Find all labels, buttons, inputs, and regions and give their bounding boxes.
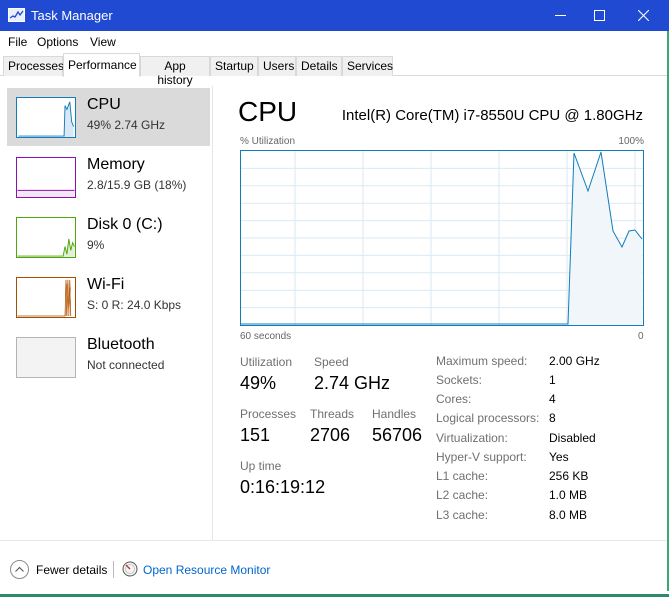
tab-details[interactable]: Details	[296, 56, 342, 76]
footer-divider	[0, 540, 669, 541]
spec-value: 8	[549, 411, 556, 425]
sidebar-divider	[212, 86, 213, 541]
maximize-button[interactable]	[576, 0, 622, 31]
spec-label: Hyper-V support:	[436, 450, 527, 464]
uptime-label: Up time	[240, 459, 282, 473]
handles-label: Handles	[372, 407, 417, 421]
spec-label: L2 cache:	[436, 488, 489, 502]
chevron-up-icon[interactable]	[10, 560, 29, 579]
tab-performance[interactable]: Performance	[63, 53, 140, 77]
utilization-label: Utilization	[240, 355, 293, 369]
title-bar: Task Manager	[0, 0, 669, 31]
spec-value: 256 KB	[549, 469, 589, 483]
graph-y-label: % Utilization	[240, 136, 296, 147]
sidebar-item-label: Disk 0 (C:)	[87, 216, 163, 233]
menu-bar: File Options View	[0, 31, 669, 53]
spec-value: Yes	[549, 450, 569, 464]
spec-value: 1	[549, 373, 556, 387]
tab-processes[interactable]: Processes	[3, 56, 64, 76]
sidebar-item-sub: 9%	[87, 238, 105, 252]
sidebar-item-label: Memory	[87, 156, 145, 173]
spec-label: Maximum speed:	[436, 354, 528, 368]
handles-value: 56706	[372, 425, 423, 445]
sidebar-item-sub: Not connected	[87, 358, 165, 372]
utilization-value: 49%	[240, 373, 277, 393]
cpu-thumbnail-graph	[16, 97, 76, 138]
menu-view[interactable]: View	[90, 35, 116, 49]
bluetooth-thumbnail-graph	[16, 337, 76, 378]
threads-label: Threads	[310, 407, 355, 421]
threads-value: 2706	[310, 425, 351, 445]
spec-value: 8.0 MB	[549, 508, 588, 522]
tab-startup[interactable]: Startup	[210, 56, 258, 76]
tab-users[interactable]: Users	[258, 56, 296, 76]
processes-value: 151	[240, 425, 271, 445]
tab-services[interactable]: Services	[342, 56, 393, 76]
window-bottom-border	[0, 591, 669, 594]
sidebar-item-sub: S: 0 R: 24.0 Kbps	[87, 298, 182, 312]
memory-thumbnail-graph	[16, 157, 76, 198]
task-manager-icon	[8, 8, 25, 22]
window-title: Task Manager	[31, 8, 113, 23]
uptime-value: 0:16:19:12	[240, 477, 326, 497]
close-button[interactable]	[620, 0, 666, 31]
sidebar-item-label: Wi-Fi	[87, 276, 125, 293]
close-icon	[637, 10, 649, 21]
resource-monitor-icon[interactable]	[122, 561, 138, 577]
fewer-details-button[interactable]: Fewer details	[36, 563, 107, 577]
spec-label: Virtualization:	[436, 431, 508, 445]
sidebar-item-disk[interactable]: Disk 0 (C:) 9%	[7, 208, 210, 266]
open-resource-monitor-link[interactable]: Open Resource Monitor	[143, 563, 270, 577]
spec-label: Sockets:	[436, 373, 483, 387]
processes-label: Processes	[240, 407, 297, 421]
sidebar-item-bluetooth[interactable]: Bluetooth Not connected	[7, 328, 210, 386]
sidebar-item-sub: 2.8/15.9 GB (18%)	[87, 178, 187, 192]
sidebar-item-wifi[interactable]: Wi-Fi S: 0 R: 24.0 Kbps	[7, 268, 210, 326]
graph-x-left-label: 60 seconds	[240, 331, 292, 342]
tab-bar: Processes Performance App history Startu…	[0, 53, 669, 87]
menu-options[interactable]: Options	[37, 35, 78, 49]
sidebar-item-label: Bluetooth	[87, 336, 155, 353]
sidebar-item-sub: 49% 2.74 GHz	[87, 118, 166, 132]
speed-value: 2.74 GHz	[314, 373, 391, 393]
graph-y-max-label: 100%	[618, 136, 644, 147]
maximize-icon	[593, 10, 605, 21]
graph-x-right-label: 0	[638, 331, 644, 342]
spec-label: L3 cache:	[436, 508, 489, 522]
speed-label: Speed	[314, 355, 349, 369]
spec-value: 1.0 MB	[549, 488, 588, 502]
spec-value: 4	[549, 392, 556, 406]
spec-value: Disabled	[549, 431, 596, 445]
spec-label: Logical processors:	[436, 411, 540, 425]
wifi-thumbnail-graph	[16, 277, 76, 318]
cpu-model: Intel(R) Core(TM) i7-8550U CPU @ 1.80GHz	[341, 107, 643, 124]
footer-separator	[113, 561, 114, 578]
spec-label: L1 cache:	[436, 469, 489, 483]
disk-thumbnail-graph	[16, 217, 76, 258]
cpu-graph-canvas	[241, 151, 643, 325]
tab-app-history[interactable]: App history	[140, 56, 210, 87]
menu-file[interactable]: File	[8, 35, 27, 49]
cpu-utilization-graph	[240, 150, 644, 326]
sidebar-item-memory[interactable]: Memory 2.8/15.9 GB (18%)	[7, 148, 210, 206]
sidebar-item-cpu[interactable]: CPU 49% 2.74 GHz	[7, 88, 210, 146]
spec-value: 2.00 GHz	[549, 354, 600, 368]
page-title: CPU	[238, 96, 298, 127]
minimize-icon	[554, 15, 566, 16]
spec-label: Cores:	[436, 392, 472, 406]
sidebar-item-label: CPU	[87, 96, 121, 113]
